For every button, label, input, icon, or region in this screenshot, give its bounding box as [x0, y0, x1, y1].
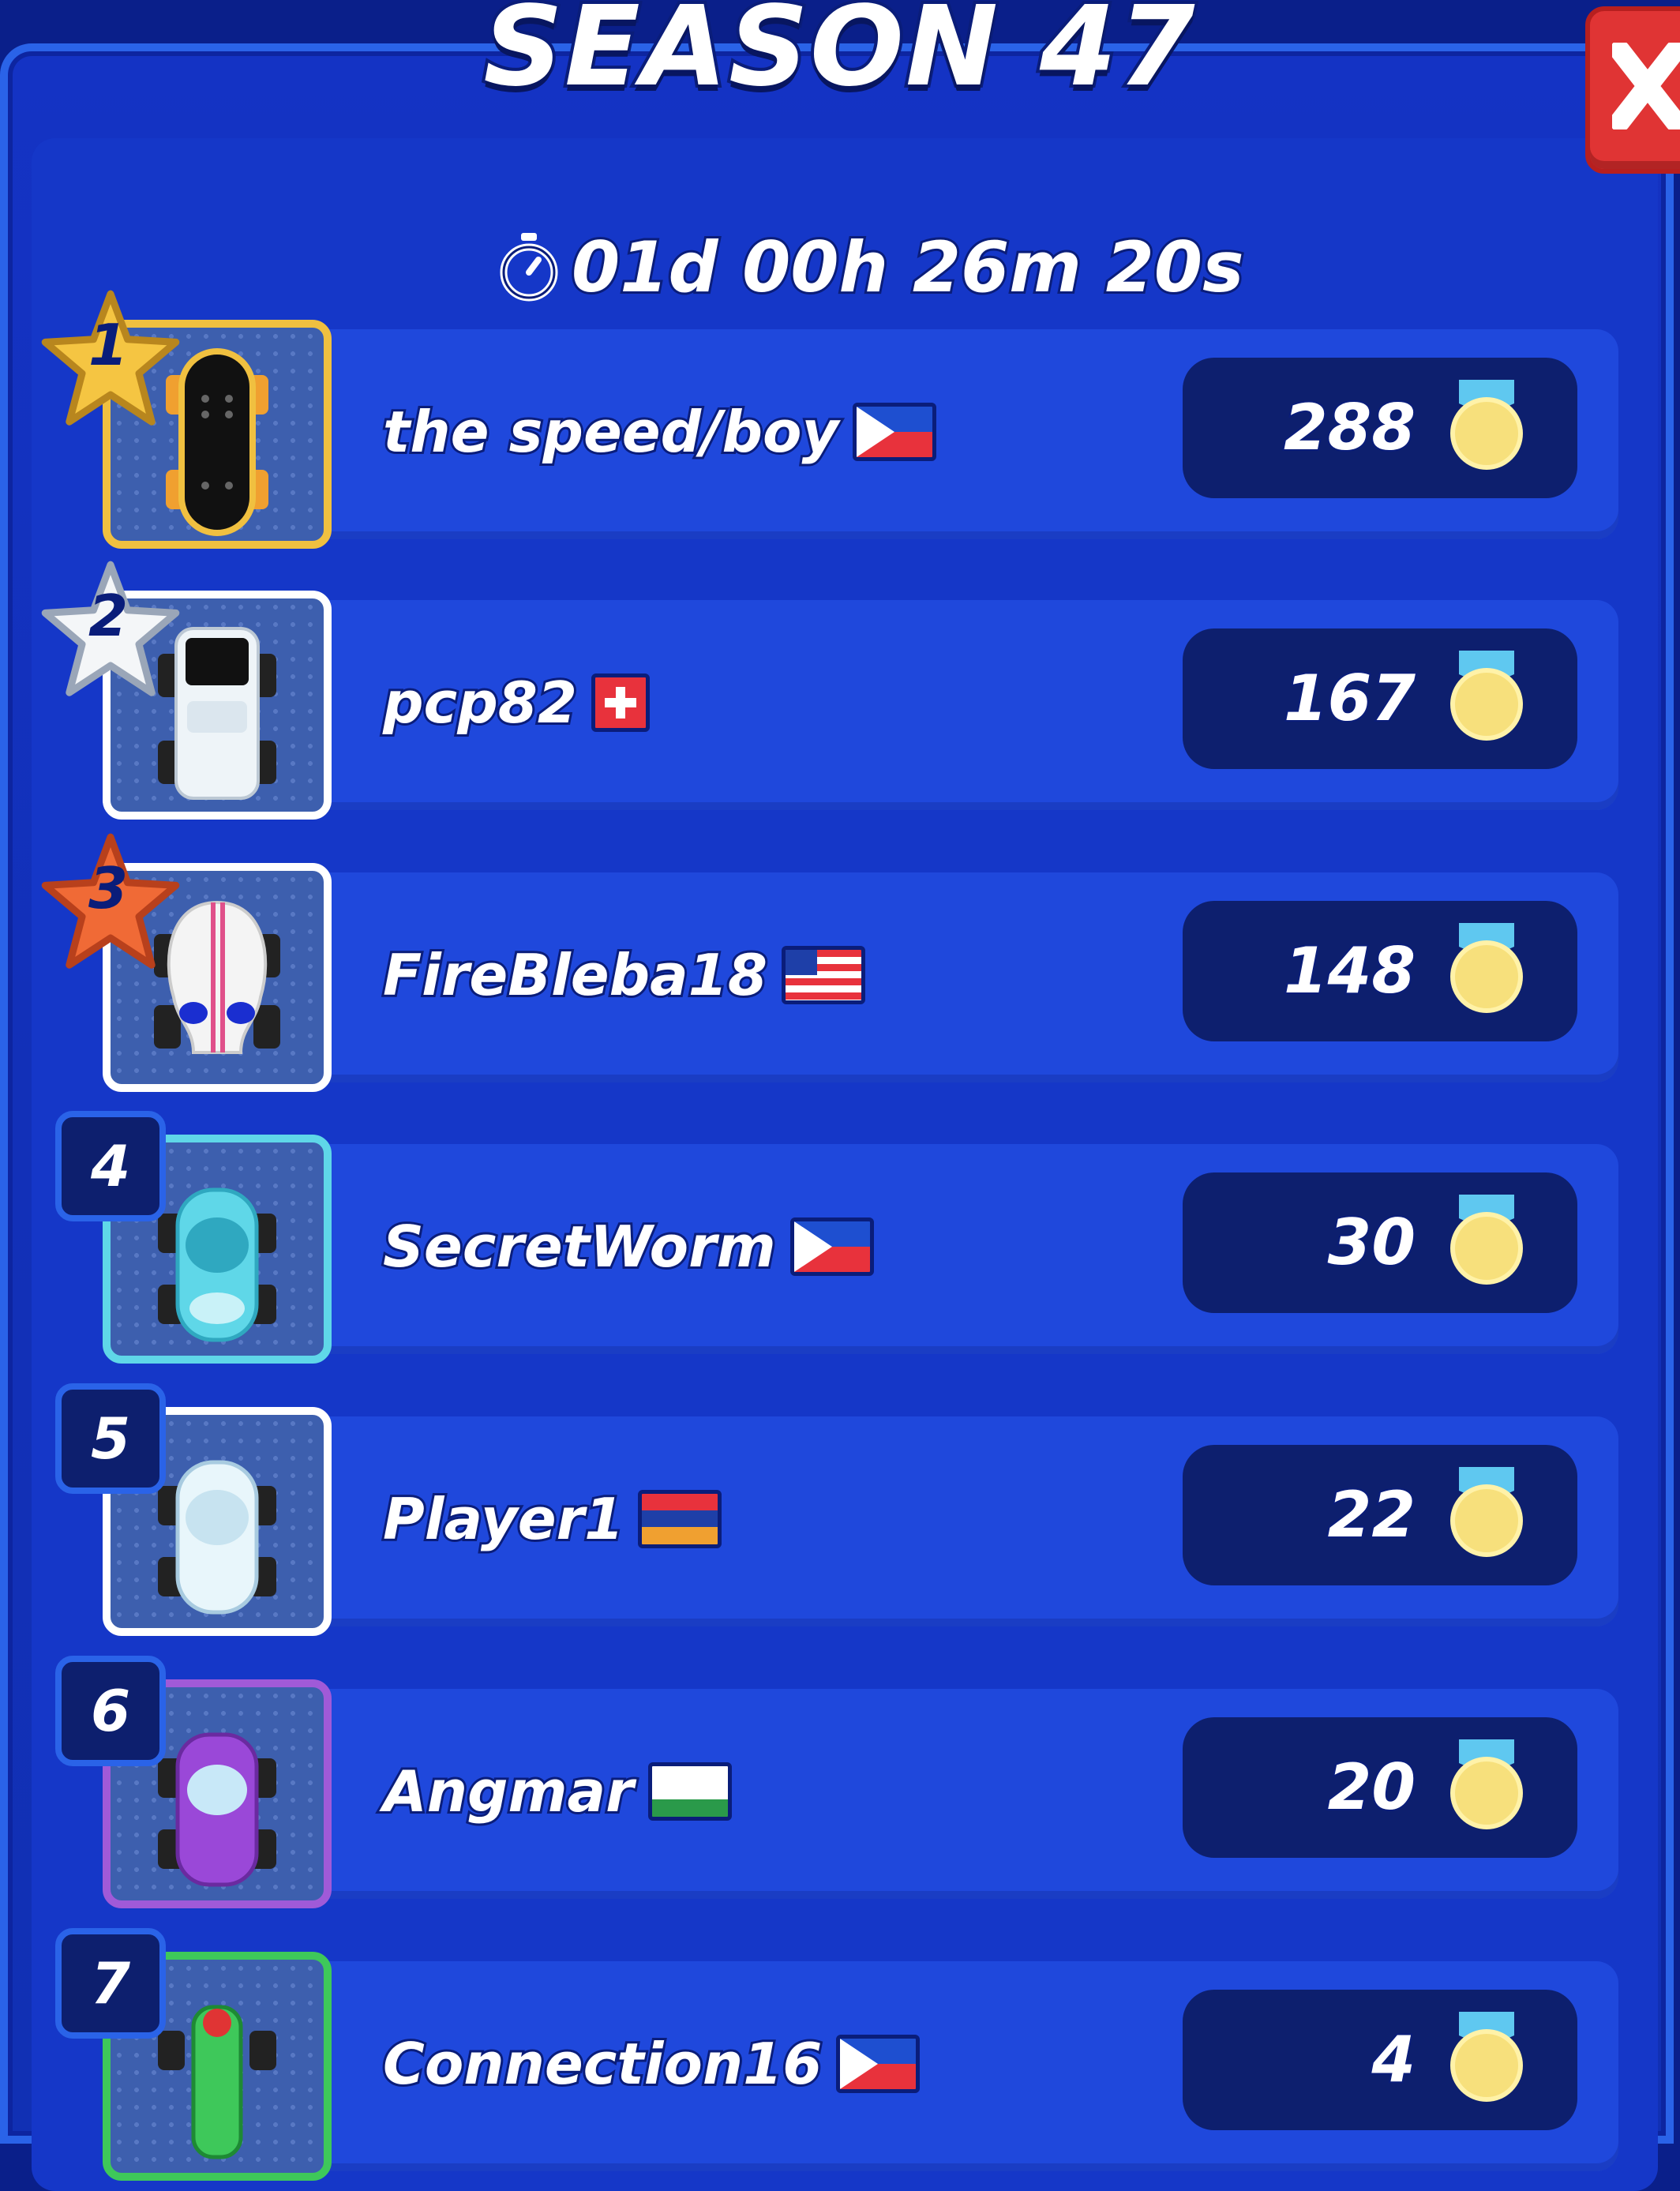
flag-philippines-icon [836, 2035, 921, 2093]
rank-number: 7 [90, 1950, 131, 2017]
score-box: 288 [1183, 358, 1577, 498]
rank-number: 6 [90, 1678, 131, 1744]
leaderboard-row[interactable]: 1 the speed/boy 288 [0, 290, 1680, 549]
medal-icon [1450, 2012, 1523, 2102]
rank-badge: 5 [55, 1383, 166, 1494]
player-name: the speed/boy [381, 396, 937, 467]
flag-philippines-icon [853, 403, 937, 461]
score-box: 22 [1183, 1445, 1577, 1585]
leaderboard-row[interactable]: 4 SecretWorm 30 [0, 1111, 1680, 1364]
player-name-text: the speed/boy [381, 396, 841, 467]
medal-icon [1450, 1195, 1523, 1285]
score-box: 30 [1183, 1172, 1577, 1313]
player-name-text: Player1 [381, 1484, 626, 1555]
medal-icon [1450, 1739, 1523, 1829]
rank-number: 5 [90, 1405, 131, 1472]
player-name-text: Angmar [381, 1756, 636, 1827]
score-value: 148 [1282, 932, 1417, 1009]
score-value: 30 [1326, 1204, 1417, 1281]
rank-number: 1 [88, 312, 129, 378]
medal-icon [1450, 1467, 1523, 1557]
rank-number: 4 [90, 1133, 131, 1199]
rank-number: 2 [88, 583, 129, 649]
flag-armenia-icon [638, 1490, 722, 1548]
timer-text: 01d 00h 26m 20s [569, 224, 1246, 310]
season-timer: 01d 00h 26m 20s [497, 219, 1246, 314]
player-name-text: FireBleba18 [381, 940, 770, 1011]
player-name-text: Connection16 [381, 2028, 824, 2099]
rank-number: 3 [88, 855, 129, 921]
season-title: SEASON 47 [480, 0, 1198, 114]
player-name: Player1 [381, 1484, 722, 1555]
rank-badge: 7 [55, 1928, 166, 2039]
score-value: 167 [1282, 660, 1417, 737]
score-box: 4 [1183, 1990, 1577, 2130]
player-name-text: SecretWorm [381, 1211, 778, 1282]
player-name: SecretWorm [381, 1211, 874, 1282]
flag-india-icon [647, 1762, 732, 1821]
player-name: pcp82 [381, 667, 650, 738]
leaderboard-row[interactable]: 7 Connection16 4 [0, 1928, 1680, 2181]
stopwatch-icon [500, 233, 558, 302]
score-value: 20 [1326, 1749, 1417, 1825]
medal-icon [1450, 651, 1523, 741]
close-button[interactable] [1585, 6, 1680, 174]
player-name: Angmar [381, 1756, 732, 1827]
rank-badge: 6 [55, 1656, 166, 1766]
leaderboard-row[interactable]: 3 FireBleba18 148 [0, 833, 1680, 1092]
score-value: 288 [1282, 389, 1417, 466]
player-name: FireBleba18 [381, 940, 865, 1011]
score-box: 20 [1183, 1717, 1577, 1858]
leaderboard-row[interactable]: 6 Angmar 20 [0, 1656, 1680, 1908]
score-box: 167 [1183, 628, 1577, 769]
flag-switzerland-icon [591, 673, 650, 732]
medal-icon [1450, 923, 1523, 1013]
leaderboard-row[interactable]: 5 Player1 22 [0, 1383, 1680, 1636]
medal-icon [1450, 380, 1523, 470]
leaderboard-row[interactable]: 2 pcp82 167 [0, 561, 1680, 820]
score-box: 148 [1183, 901, 1577, 1041]
flag-philippines-icon [789, 1217, 874, 1276]
score-value: 4 [1370, 2021, 1417, 2098]
close-icon [1612, 43, 1680, 129]
flag-usa-icon [781, 946, 865, 1004]
player-name-text: pcp82 [381, 667, 579, 738]
rank-badge: 4 [55, 1111, 166, 1221]
player-name: Connection16 [381, 2028, 921, 2099]
score-value: 22 [1326, 1476, 1417, 1553]
